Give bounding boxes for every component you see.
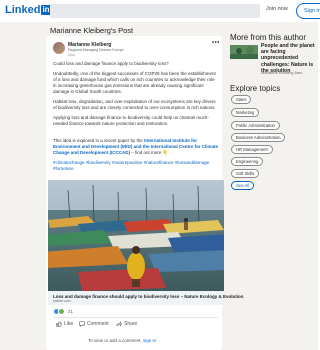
topic-soft-skills[interactable]: Soft Skills (231, 169, 260, 178)
share-icon (116, 321, 122, 327)
like-label: Like (64, 321, 74, 327)
more-from-author-heading: More from this author (230, 33, 307, 42)
thumbs-up-icon (56, 321, 62, 327)
explore-topics-heading: Explore topics (230, 84, 281, 93)
top-nav: Linked in Join now Sign in (0, 0, 320, 22)
related-article-meta: Marianne Kleiberg 6mo (261, 70, 302, 75)
search-input[interactable] (50, 4, 260, 18)
topic-business-administration[interactable]: Business Administration (231, 133, 286, 142)
post-paragraph: Habitat loss, degradation, and over-expl… (53, 99, 216, 110)
reactions-summary[interactable]: 21 (53, 308, 73, 315)
avatar[interactable] (53, 42, 65, 54)
comment-label: Comment (87, 321, 109, 327)
author-role: Regional Managing Director Europe (68, 48, 124, 52)
report-outro: – find out more 👇 (130, 150, 169, 155)
support-reaction-icon (58, 308, 65, 315)
post-age: 2mo (68, 53, 75, 57)
topic-hr-management[interactable]: HR Management (231, 145, 273, 154)
page-title: Marianne Kleiberg's Post (50, 26, 134, 35)
logo-text: Linked (5, 4, 41, 16)
topic-sales[interactable]: Sales (231, 95, 252, 104)
more-options-icon[interactable]: ••• (212, 40, 220, 46)
share-label: Share (124, 321, 138, 327)
view-comment-text: To view or add a comment, (88, 338, 142, 343)
report-intro: This idea is explored in a recent paper … (53, 138, 143, 143)
hashtags[interactable]: #climatechange #biodiversity #natureposi… (53, 160, 219, 172)
comment-icon (79, 321, 85, 327)
article-thumbnail[interactable] (230, 45, 258, 59)
image-source: nature.com (53, 299, 71, 303)
post-paragraph: Undoubtedly, one of the biggest successe… (53, 71, 216, 94)
topic-engineering[interactable]: Engineering (231, 157, 264, 166)
post-paragraph: Applying loss and damage finance to biod… (53, 115, 209, 126)
comment-button[interactable]: Comment (79, 321, 109, 327)
reaction-count: 21 (68, 309, 74, 314)
post-report-paragraph: This idea is explored in a recent paper … (53, 138, 219, 156)
topic-public-administration[interactable]: Public Administration (231, 121, 280, 130)
post-paragraph: Could loss and damage finance apply to b… (53, 61, 169, 66)
article-author: Marianne Kleiberg (261, 70, 294, 75)
see-all-topics-button[interactable]: See All (231, 181, 255, 190)
sign-in-button[interactable]: Sign in (296, 3, 320, 19)
linkedin-logo[interactable]: Linked in (5, 4, 51, 16)
join-now-button[interactable]: Join now (266, 6, 288, 12)
article-age: 6mo (294, 70, 303, 75)
image-caption[interactable]: Loss and damage finance should apply to … (53, 294, 244, 299)
topic-marketing[interactable]: Marketing (231, 108, 260, 117)
view-comment-prompt: To view or add a comment, sign in (88, 338, 156, 343)
share-button[interactable]: Share (116, 321, 137, 327)
like-button[interactable]: Like (56, 321, 73, 327)
sign-in-link[interactable]: sign in (143, 338, 156, 343)
divider (53, 317, 218, 318)
post-image[interactable] (48, 180, 224, 291)
